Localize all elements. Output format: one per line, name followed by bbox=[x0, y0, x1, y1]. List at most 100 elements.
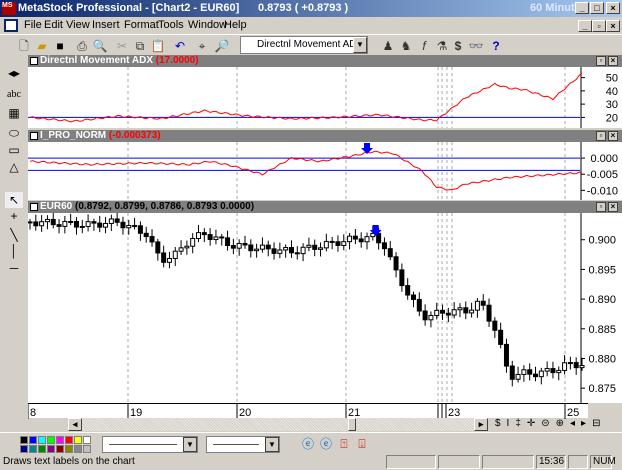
web2-icon[interactable]: ⓔ bbox=[318, 436, 334, 452]
pane-restore-button[interactable]: ▫ bbox=[596, 131, 606, 141]
scroll-thumb[interactable] bbox=[348, 418, 356, 431]
color-swatch[interactable] bbox=[56, 436, 64, 444]
color-swatch[interactable] bbox=[65, 436, 73, 444]
norm-pane[interactable]: 0.000 -0.005 -0.010 bbox=[28, 142, 622, 200]
triangle-icon[interactable]: △ bbox=[5, 159, 23, 175]
help-pointer-icon[interactable]: ? bbox=[488, 38, 504, 54]
y-tick-label: 0.895 bbox=[588, 264, 616, 276]
adx-pane[interactable]: 50 40 30 20 bbox=[28, 67, 622, 128]
candle-body bbox=[463, 307, 469, 314]
menu-view[interactable]: View bbox=[66, 19, 90, 31]
pane-restore-button[interactable]: ▫ bbox=[596, 56, 606, 66]
zoom-icon[interactable]: 🔎 bbox=[214, 38, 230, 54]
undo-icon[interactable]: ↶ bbox=[172, 38, 188, 54]
color-swatch[interactable] bbox=[20, 445, 28, 453]
line-style-select[interactable]: ▼ bbox=[102, 436, 198, 453]
send-back-icon[interactable]: ⍗ bbox=[354, 436, 370, 452]
y-tick-label: 30 bbox=[606, 99, 618, 111]
pane-close-button[interactable]: × bbox=[608, 202, 618, 212]
color-swatch[interactable] bbox=[65, 445, 73, 453]
color-swatch[interactable] bbox=[29, 445, 37, 453]
formula-icon[interactable]: f bbox=[416, 38, 432, 54]
color-swatch[interactable] bbox=[29, 436, 37, 444]
vertical-line-icon[interactable]: │ bbox=[5, 243, 23, 259]
child-close-button[interactable]: × bbox=[606, 20, 620, 32]
price-pane-header: EUR60 (0.8792, 0.8799, 0.8786, 0.8793 0.… bbox=[28, 201, 622, 213]
maximize-button[interactable]: □ bbox=[590, 2, 604, 14]
indicator-combo[interactable]: Directnl Movement ADX ▼ bbox=[240, 36, 368, 54]
candle-body bbox=[509, 365, 515, 380]
explorer-icon[interactable]: ♞ bbox=[398, 38, 414, 54]
horizontal-scrollbar[interactable]: ◂ ▸ bbox=[68, 418, 488, 431]
grid-icon[interactable]: ▦ bbox=[5, 105, 23, 121]
cut-icon[interactable]: ✂ bbox=[114, 38, 130, 54]
menu-window[interactable]: Window bbox=[188, 19, 227, 31]
menu-help[interactable]: Help bbox=[224, 19, 247, 31]
color-swatch[interactable] bbox=[38, 445, 46, 453]
web-icon[interactable]: ⓔ bbox=[300, 436, 316, 452]
horizontal-line-icon[interactable]: ─ bbox=[5, 260, 23, 276]
expert-icon[interactable]: ♟ bbox=[380, 38, 396, 54]
pane-close-button[interactable]: × bbox=[608, 131, 618, 141]
copy-icon[interactable]: ⧉ bbox=[132, 38, 148, 54]
scroll-arrows-icon[interactable]: ◂▸ bbox=[5, 65, 23, 81]
pane-checkbox[interactable] bbox=[30, 57, 38, 65]
chart-nav-icons[interactable]: $I‡✛⊝⊕◂▸⊟ bbox=[495, 418, 606, 429]
scroll-left-button[interactable]: ◂ bbox=[68, 418, 82, 431]
rectangle-icon[interactable]: ▭ bbox=[5, 142, 23, 158]
save-icon[interactable]: ■ bbox=[52, 38, 68, 54]
menu-edit[interactable]: Edit bbox=[44, 19, 63, 31]
candle-body bbox=[184, 245, 190, 249]
pane-checkbox[interactable] bbox=[30, 132, 38, 140]
pointer-icon[interactable]: ↖ bbox=[5, 192, 23, 208]
color-swatch[interactable] bbox=[74, 445, 82, 453]
minimize-button[interactable]: _ bbox=[575, 2, 589, 14]
color-swatch[interactable] bbox=[74, 436, 82, 444]
new-icon[interactable]: 🗋 bbox=[16, 38, 32, 54]
chevron-down-icon[interactable]: ▼ bbox=[265, 437, 279, 452]
bring-front-icon[interactable]: ⍐ bbox=[336, 436, 352, 452]
menu-file[interactable]: File bbox=[24, 19, 42, 31]
color-swatch[interactable] bbox=[20, 436, 28, 444]
print-icon[interactable]: ⎙ bbox=[74, 38, 90, 54]
pane-close-button[interactable]: × bbox=[608, 56, 618, 66]
scroll-right-button[interactable]: ▸ bbox=[474, 418, 488, 431]
trendline-icon[interactable]: ╲ bbox=[5, 227, 23, 243]
pane-restore-button[interactable]: ▫ bbox=[596, 202, 606, 212]
crosshair-tool-icon[interactable]: + bbox=[5, 208, 23, 224]
candle-body bbox=[393, 256, 399, 271]
crosshair-icon[interactable]: ⌖ bbox=[194, 38, 210, 54]
candle-body bbox=[300, 246, 306, 255]
menu-bar: File Edit View Insert Format Tools Windo… bbox=[0, 17, 622, 34]
candle-body bbox=[143, 232, 149, 238]
chevron-down-icon[interactable]: ▼ bbox=[183, 437, 197, 452]
candle-body bbox=[399, 269, 405, 287]
menu-format[interactable]: Format bbox=[124, 19, 159, 31]
ellipse-icon[interactable]: ⬭ bbox=[5, 125, 23, 141]
print-preview-icon[interactable]: 🔍 bbox=[92, 38, 108, 54]
child-restore-button[interactable]: ▫ bbox=[592, 20, 606, 32]
color-swatch[interactable] bbox=[83, 436, 91, 444]
color-swatch[interactable] bbox=[47, 436, 55, 444]
open-icon[interactable]: ▰ bbox=[34, 38, 50, 54]
candle-body bbox=[236, 242, 242, 249]
color-swatch[interactable] bbox=[47, 445, 55, 453]
color-swatch[interactable] bbox=[38, 436, 46, 444]
child-minimize-button[interactable]: _ bbox=[578, 20, 592, 32]
system-tester-icon[interactable]: ⚗ bbox=[434, 38, 450, 54]
dollar-icon[interactable]: $ bbox=[450, 38, 466, 54]
chevron-down-icon[interactable]: ▼ bbox=[353, 37, 367, 53]
text-tool-icon[interactable]: abc bbox=[5, 87, 23, 103]
price-readout: 0.8793 ( +0.8793 ) bbox=[258, 2, 349, 14]
color-swatch[interactable] bbox=[56, 445, 64, 453]
candle-body bbox=[312, 244, 318, 250]
menu-insert[interactable]: Insert bbox=[92, 19, 120, 31]
line-width-select[interactable]: ▼ bbox=[206, 436, 280, 453]
close-button[interactable]: × bbox=[606, 2, 620, 14]
menu-tools[interactable]: Tools bbox=[158, 19, 184, 31]
paste-icon[interactable]: 📋 bbox=[150, 38, 166, 54]
binoculars-icon[interactable]: 👓 bbox=[468, 38, 484, 54]
color-swatch[interactable] bbox=[83, 445, 91, 453]
pane-checkbox[interactable] bbox=[30, 203, 38, 211]
price-pane[interactable]: 0.900 0.895 0.890 0.885 0.880 0.875 bbox=[27, 211, 622, 403]
